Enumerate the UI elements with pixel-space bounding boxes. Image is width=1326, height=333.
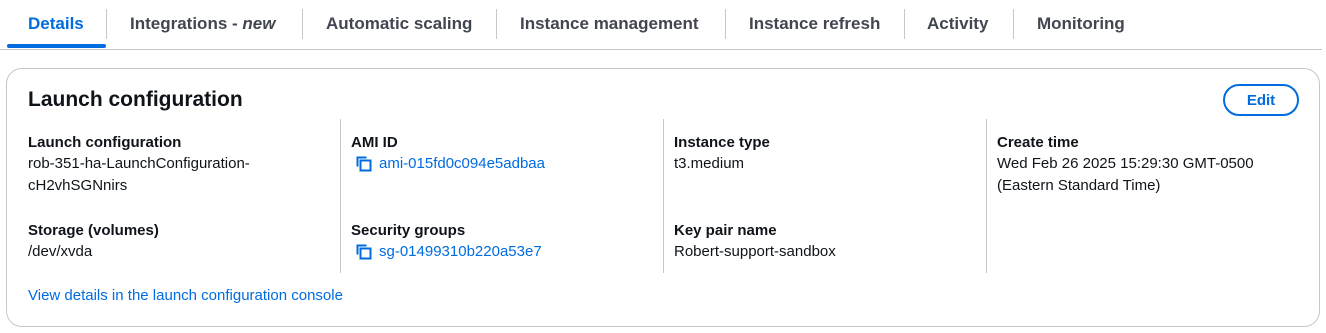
edit-button[interactable]: Edit: [1223, 84, 1299, 116]
column-divider: [340, 119, 341, 273]
storage-value: /dev/xvda: [28, 243, 93, 260]
tab-divider: [725, 9, 726, 39]
tab-instance-refresh[interactable]: Instance refresh: [749, 0, 880, 48]
create-time-value: Wed Feb 26 2025 15:29:30 GMT-0500 (Easte…: [997, 153, 1254, 197]
tab-instance-management-label: Instance management: [520, 14, 699, 33]
tab-details-label: Details: [28, 14, 84, 33]
launch-configuration-value-line1: rob-351-ha-LaunchConfiguration-: [28, 155, 250, 172]
security-group-value[interactable]: sg-01499310b220a53e7: [379, 241, 542, 263]
ami-id-label: AMI ID: [351, 134, 398, 151]
copy-icon[interactable]: [355, 243, 373, 261]
tab-automatic-scaling[interactable]: Automatic scaling: [326, 0, 472, 48]
tab-monitoring[interactable]: Monitoring: [1037, 0, 1125, 48]
tab-instance-management[interactable]: Instance management: [520, 0, 699, 48]
create-time-label: Create time: [997, 134, 1079, 151]
launch-configuration-value-line2: cH2vhSGNnirs: [28, 177, 128, 194]
launch-configuration-label: Launch configuration: [28, 134, 182, 151]
ami-id-link[interactable]: ami-015fd0c094e5adbaa: [355, 153, 545, 175]
tab-integrations-new-label: new: [242, 14, 276, 33]
create-time-value-line2: (Eastern Standard Time): [997, 177, 1161, 194]
security-group-link[interactable]: sg-01499310b220a53e7: [355, 241, 542, 263]
view-details-link[interactable]: View details in the launch configuration…: [28, 287, 343, 304]
tab-details[interactable]: Details: [28, 0, 84, 48]
launch-configuration-value: rob-351-ha-LaunchConfiguration- cH2vhSGN…: [28, 153, 250, 197]
tab-monitoring-label: Monitoring: [1037, 14, 1125, 33]
tab-bar: Details Integrations - new Automatic sca…: [0, 0, 1322, 50]
security-groups-label: Security groups: [351, 222, 466, 239]
tab-divider: [106, 9, 107, 39]
tab-divider: [302, 9, 303, 39]
column-divider: [986, 119, 987, 273]
tab-automatic-scaling-label: Automatic scaling: [326, 14, 473, 33]
tab-integrations-label: Integrations -: [130, 14, 243, 33]
tab-integrations[interactable]: Integrations - new: [130, 0, 275, 48]
copy-icon[interactable]: [355, 155, 373, 173]
tab-divider: [496, 9, 497, 39]
tab-divider: [904, 9, 905, 39]
tab-activity[interactable]: Activity: [927, 0, 988, 48]
tab-instance-refresh-label: Instance refresh: [749, 14, 881, 33]
launch-configuration-panel: Launch configuration Edit Launch configu…: [6, 68, 1320, 327]
instance-type-value: t3.medium: [674, 155, 745, 172]
create-time-value-line1: Wed Feb 26 2025 15:29:30 GMT-0500: [997, 155, 1254, 172]
tab-activity-label: Activity: [927, 14, 989, 33]
instance-type-label: Instance type: [674, 134, 770, 151]
key-pair-value: Robert-support-sandbox: [674, 243, 836, 260]
storage-label: Storage (volumes): [28, 222, 159, 239]
active-tab-indicator: [7, 44, 106, 48]
column-divider: [663, 119, 664, 273]
tab-divider: [1013, 9, 1014, 39]
panel-title: Launch configuration: [28, 88, 243, 111]
ami-id-value[interactable]: ami-015fd0c094e5adbaa: [379, 153, 545, 175]
key-pair-label: Key pair name: [674, 222, 777, 239]
